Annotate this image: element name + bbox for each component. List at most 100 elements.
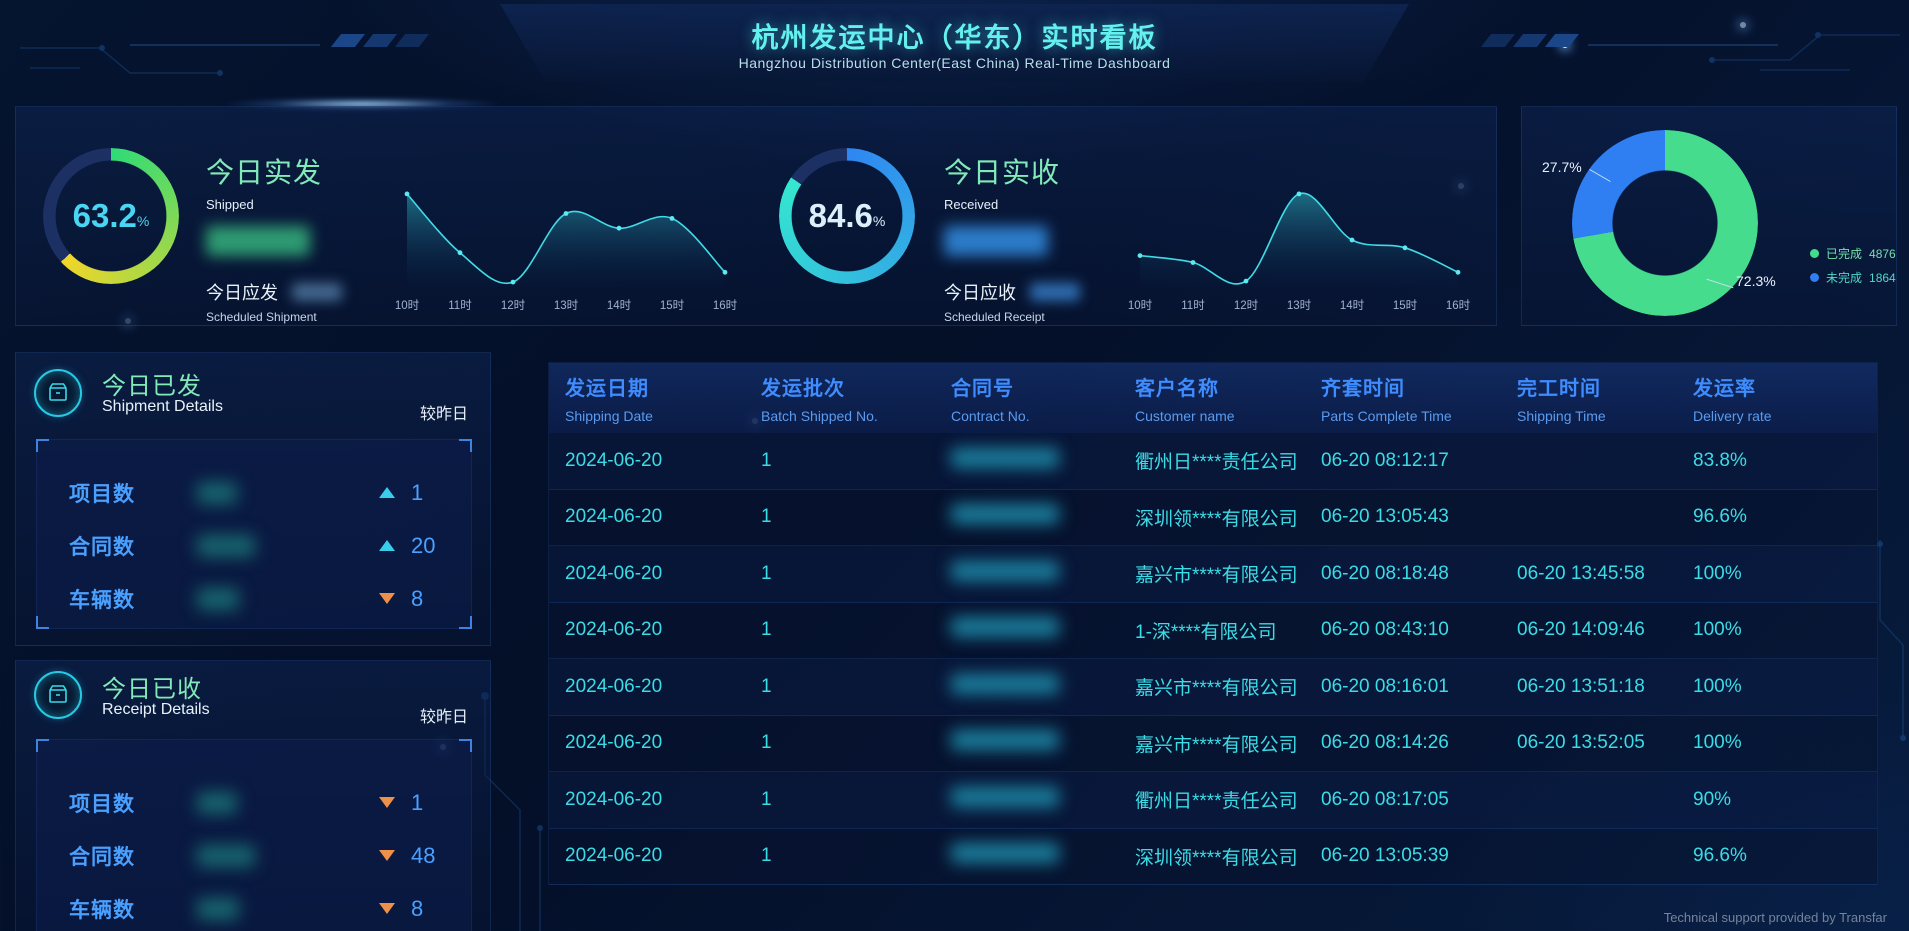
column-header: 发运日期 Shipping Date (565, 372, 761, 424)
cell-contract-no (951, 730, 1135, 756)
cell-customer-name: 嘉兴市****有限公司 (1135, 673, 1321, 700)
column-header: 发运批次 Batch Shipped No. (761, 372, 951, 424)
legend-dot-uncompleted (1810, 273, 1819, 282)
receipt-details-panel: 今日已收 Receipt Details 较昨日 项目数 1 合同数 48 车辆… (15, 660, 491, 931)
stat-row-vehicles: 车辆数 8 (37, 882, 471, 931)
delta-value: 20 (411, 533, 435, 559)
package-in-icon (34, 671, 82, 719)
completion-donut-chart (1572, 130, 1758, 316)
svg-text:12时: 12时 (501, 299, 526, 312)
shipped-gauge-unit: % (137, 213, 149, 229)
shipped-gauge-value: 63.2 (73, 197, 137, 235)
cell-contract-no (951, 787, 1135, 813)
cell-batch-no: 1 (761, 732, 951, 754)
cell-batch-no: 1 (761, 619, 951, 641)
cell-shipping-date: 2024-06-20 (565, 845, 761, 867)
masked-contract-no (951, 617, 1059, 637)
trend-up-icon (379, 540, 395, 551)
cell-customer-name: 深圳领****有限公司 (1135, 504, 1321, 531)
cell-customer-name: 1-深****有限公司 (1135, 617, 1321, 644)
svg-text:15时: 15时 (660, 299, 685, 312)
legend-item-uncompleted[interactable]: 未完成 1864 (1810, 269, 1896, 286)
stat-label: 车辆数 (69, 894, 197, 924)
cell-customer-name: 深圳领****有限公司 (1135, 843, 1321, 870)
received-title-en: Received (944, 197, 1144, 212)
cell-parts-complete-time: 06-20 08:43:10 (1321, 619, 1517, 641)
cell-batch-no: 1 (761, 789, 951, 811)
completion-donut-panel: 27.7% 72.3% 已完成 4876 未完成 1864 (1521, 106, 1897, 326)
cell-shipping-time: 06-20 13:52:05 (1517, 732, 1693, 754)
trend-down-icon (379, 850, 395, 861)
svg-text:14时: 14时 (1340, 299, 1365, 312)
masked-contract-no (951, 843, 1059, 863)
stat-label: 车辆数 (69, 584, 197, 614)
stat-row-projects: 项目数 1 (37, 466, 471, 519)
support-credit: Technical support provided by Transfar (1664, 910, 1887, 925)
masked-shipped-value (206, 226, 310, 256)
stat-row-contracts: 合同数 20 (37, 519, 471, 572)
receipt-panel-subtitle: Receipt Details (102, 701, 210, 719)
masked-contract-no (951, 787, 1059, 807)
cell-batch-no: 1 (761, 676, 951, 698)
scheduled-shipment-label-en: Scheduled Shipment (206, 310, 406, 324)
column-header: 齐套时间 Parts Complete Time (1321, 372, 1517, 424)
masked-stat-value (197, 482, 237, 504)
shipped-trend-chart: 10时11时12时13时14时15时16时 (391, 179, 741, 319)
cell-parts-complete-time: 06-20 08:17:05 (1321, 789, 1517, 811)
compare-yesterday-label: 较昨日 (420, 400, 468, 424)
legend-item-completed[interactable]: 已完成 4876 (1810, 245, 1896, 262)
donut-label-uncompleted-pct: 27.7% (1542, 159, 1582, 175)
svg-text:16时: 16时 (1446, 299, 1471, 312)
cell-shipping-time: 06-20 13:45:58 (1517, 563, 1693, 585)
receipt-stats-box: 项目数 1 合同数 48 车辆数 8 (36, 739, 472, 931)
cell-shipping-date: 2024-06-20 (565, 676, 761, 698)
scheduled-shipment-label: 今日应发 (206, 279, 278, 305)
table-header: 发运日期 Shipping Date 发运批次 Batch Shipped No… (549, 363, 1877, 433)
cell-delivery-rate: 100% (1693, 563, 1877, 585)
cell-parts-complete-time: 06-20 13:05:43 (1321, 506, 1517, 528)
delta-value: 8 (411, 586, 423, 612)
cell-shipping-time: 06-20 13:51:18 (1517, 676, 1693, 698)
masked-contract-no (951, 504, 1059, 524)
trend-down-icon (379, 797, 395, 808)
cell-delivery-rate: 100% (1693, 619, 1877, 641)
shipment-details-panel: 今日已发 Shipment Details 较昨日 项目数 1 合同数 20 车… (15, 352, 491, 646)
cell-shipping-date: 2024-06-20 (565, 563, 761, 585)
cell-contract-no (951, 843, 1135, 869)
delta-value: 1 (411, 790, 423, 816)
delta-value: 48 (411, 843, 435, 869)
svg-text:11时: 11时 (1181, 299, 1205, 312)
received-gauge: 84.6 % (779, 148, 915, 284)
cell-customer-name: 衢州日****责任公司 (1135, 786, 1321, 813)
svg-text:13时: 13时 (554, 299, 579, 312)
shipment-panel-title: 今日已发 (102, 366, 202, 401)
svg-text:10时: 10时 (395, 299, 420, 312)
cell-delivery-rate: 90% (1693, 789, 1877, 811)
legend-label: 已完成 (1826, 245, 1862, 262)
legend-label: 未完成 (1826, 269, 1862, 286)
cell-contract-no (951, 504, 1135, 530)
cell-parts-complete-time: 06-20 08:16:01 (1321, 676, 1517, 698)
svg-text:15时: 15时 (1393, 299, 1418, 312)
cell-contract-no (951, 561, 1135, 587)
package-out-icon (34, 369, 82, 417)
scheduled-receipt-label: 今日应收 (944, 279, 1016, 305)
shipment-stats-box: 项目数 1 合同数 20 车辆数 8 (36, 439, 472, 629)
cell-shipping-date: 2024-06-20 (565, 732, 761, 754)
masked-stat-value (197, 898, 239, 920)
cell-parts-complete-time: 06-20 13:05:39 (1321, 845, 1517, 867)
received-title: 今日实收 (944, 151, 1144, 191)
legend-dot-completed (1810, 249, 1819, 258)
cell-shipping-date: 2024-06-20 (565, 506, 761, 528)
cell-batch-no: 1 (761, 506, 951, 528)
cell-parts-complete-time: 06-20 08:18:48 (1321, 563, 1517, 585)
cell-parts-complete-time: 06-20 08:14:26 (1321, 732, 1517, 754)
stat-row-contracts: 合同数 48 (37, 829, 471, 882)
cell-customer-name: 衢州日****责任公司 (1135, 447, 1321, 474)
masked-contract-no (951, 448, 1059, 468)
cell-shipping-date: 2024-06-20 (565, 619, 761, 641)
table-row: 2024-06-20 1 深圳领****有限公司 06-20 13:05:43 … (549, 490, 1877, 547)
table-row: 2024-06-20 1 深圳领****有限公司 06-20 13:05:39 … (549, 829, 1877, 886)
cell-batch-no: 1 (761, 845, 951, 867)
cell-shipping-date: 2024-06-20 (565, 450, 761, 472)
